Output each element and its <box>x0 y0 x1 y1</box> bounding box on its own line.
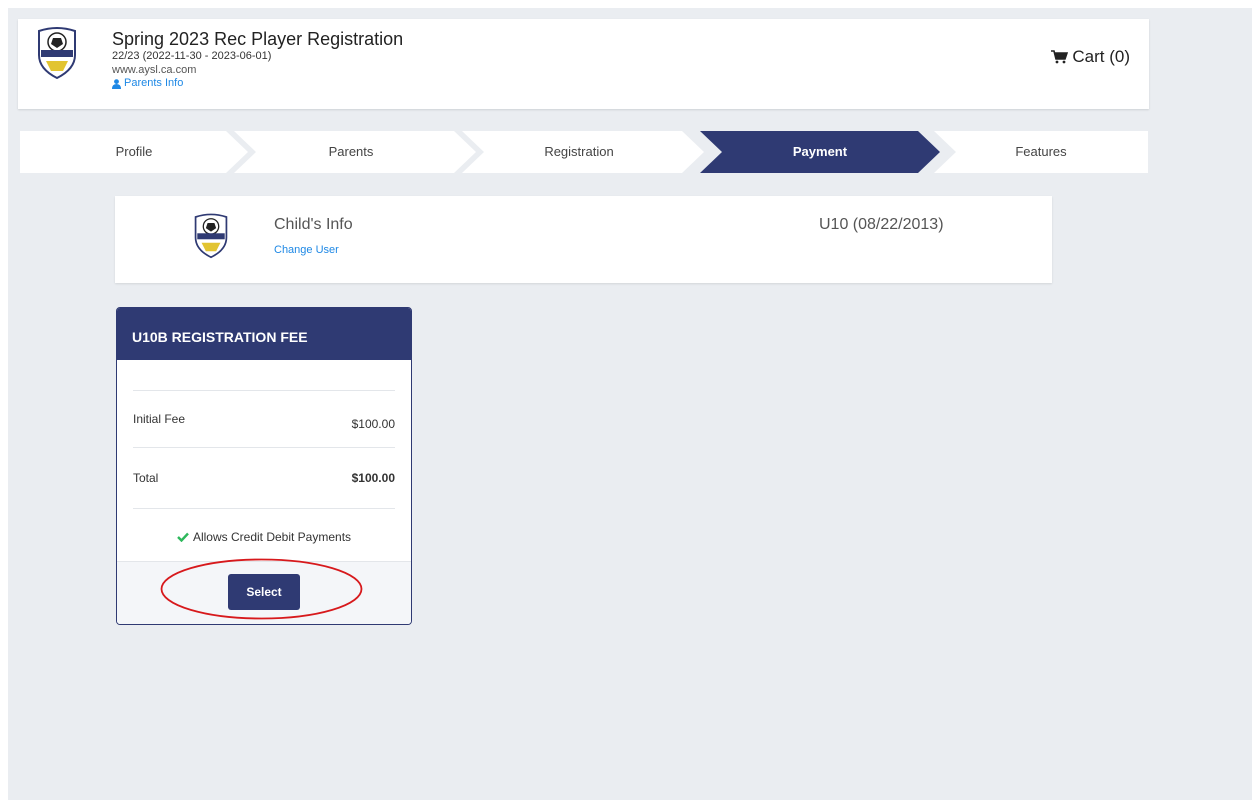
total-value: $100.00 <box>351 471 395 485</box>
step-label: Features <box>1015 144 1067 159</box>
fee-row-initial: Initial Fee $100.00 <box>133 412 395 431</box>
step-profile[interactable]: Profile <box>20 131 248 173</box>
initial-fee-label: Initial Fee <box>133 412 186 426</box>
change-user-link[interactable]: Change User <box>274 244 339 256</box>
child-info-card: Child's Info Change User U10 (08/22/2013… <box>115 196 1052 283</box>
step-registration[interactable]: Registration <box>454 131 704 173</box>
child-age-group: U10 (08/22/2013) <box>819 216 944 233</box>
step-parents[interactable]: Parents <box>226 131 476 173</box>
step-payment[interactable]: Payment <box>700 131 940 173</box>
total-label: Total <box>133 471 159 485</box>
fee-row-total: Total $100.00 <box>133 471 395 485</box>
season-dates: 22/23 (2022-11-30 - 2023-06-01) <box>112 50 272 62</box>
cart-icon <box>1051 50 1069 64</box>
initial-fee-value: $100.00 <box>351 417 395 431</box>
cart-button[interactable]: Cart (0) <box>1051 47 1130 67</box>
select-button[interactable]: Select <box>228 574 300 610</box>
registration-steps: Profile Parents Registration Payment Fea… <box>20 131 1148 173</box>
parents-info-label: Parents Info <box>124 77 184 89</box>
registration-header: Spring 2023 Rec Player Registration 22/2… <box>18 19 1149 109</box>
registration-title: Spring 2023 Rec Player Registration <box>112 29 404 49</box>
user-icon <box>112 78 121 89</box>
allows-payments-label: Allows Credit Debit Payments <box>192 530 352 544</box>
club-website: www.aysl.ca.com <box>112 64 197 76</box>
fee-card-footer: Select <box>117 561 411 624</box>
check-icon <box>177 532 189 542</box>
club-logo-icon <box>194 213 228 259</box>
step-label: Parents <box>328 144 374 159</box>
payment-methods-note: Allows Credit Debit Payments <box>117 530 411 544</box>
club-logo-icon <box>38 27 76 79</box>
parents-info-link[interactable]: Parents Info <box>112 77 403 90</box>
divider <box>133 447 395 448</box>
step-features[interactable]: Features <box>934 131 1148 173</box>
cart-label: Cart (0) <box>1072 47 1130 66</box>
divider <box>133 508 395 509</box>
step-label: Registration <box>544 144 614 159</box>
divider <box>133 390 395 391</box>
step-label: Payment <box>792 144 848 159</box>
step-label: Profile <box>115 144 153 159</box>
registration-fee-card: U10B REGISTRATION FEE Initial Fee $100.0… <box>116 307 412 625</box>
child-info-title: Child's Info <box>274 216 353 233</box>
fee-title: U10B REGISTRATION FEE <box>117 308 411 360</box>
